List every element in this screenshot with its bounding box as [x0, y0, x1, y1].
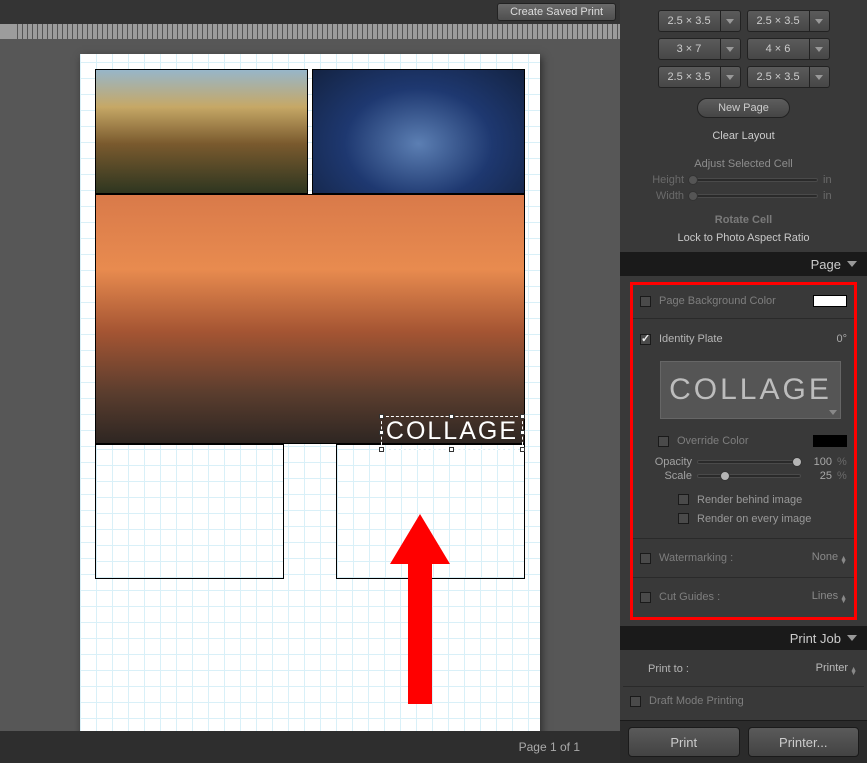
draft-mode-label: Draft Mode Printing: [649, 695, 857, 707]
photo-thumbnail: [96, 70, 307, 193]
layout-cell-1[interactable]: [95, 69, 308, 194]
scale-value: 25: [806, 470, 832, 482]
render-every-label: Render on every image: [697, 513, 847, 525]
page-bg-color-swatch[interactable]: [813, 295, 847, 307]
identity-plate-preview-text: COLLAGE: [669, 373, 832, 407]
render-every-checkbox[interactable]: [678, 513, 689, 524]
chevron-down-icon[interactable]: [809, 38, 830, 60]
aspect-ratio-button[interactable]: 3 × 7: [658, 38, 741, 60]
chevron-down-icon: [847, 261, 857, 267]
page-panel-header[interactable]: Page: [620, 252, 867, 276]
print-button[interactable]: Print: [628, 727, 740, 757]
chevron-down-icon: [847, 635, 857, 641]
cut-guides-label: Cut Guides :: [659, 591, 804, 603]
aspect-ratio-button[interactable]: 2.5 × 3.5: [747, 66, 830, 88]
override-color-label: Override Color: [677, 435, 805, 447]
opacity-slider[interactable]: [697, 460, 801, 464]
watermarking-label: Watermarking :: [659, 552, 804, 564]
render-behind-checkbox[interactable]: [678, 494, 689, 505]
height-label: Height: [642, 174, 684, 186]
scale-slider[interactable]: [697, 474, 801, 478]
cut-guides-checkbox[interactable]: [640, 592, 651, 603]
lock-aspect-button[interactable]: Lock to Photo Aspect Ratio: [620, 232, 867, 244]
opacity-label: Opacity: [646, 456, 692, 468]
opacity-value: 100: [806, 456, 832, 468]
cut-guides-value[interactable]: Lines▲▼: [812, 590, 847, 604]
printer-button[interactable]: Printer...: [748, 727, 860, 757]
annotation-arrow: [380, 514, 460, 714]
unit-label: in: [823, 174, 845, 186]
photo-thumbnail: [96, 195, 524, 443]
watermarking-value[interactable]: None▲▼: [812, 551, 847, 565]
aspect-ratio-grid: 2.5 × 3.5 2.5 × 3.5 3 × 7 4 × 6 2.5 × 3.…: [620, 0, 867, 94]
identity-plate-preview[interactable]: COLLAGE: [660, 361, 841, 419]
aspect-ratio-button[interactable]: 4 × 6: [747, 38, 830, 60]
page-bg-color-checkbox[interactable]: [640, 296, 651, 307]
chevron-down-icon[interactable]: [809, 10, 830, 32]
clear-layout-button[interactable]: Clear Layout: [681, 126, 805, 146]
print-page[interactable]: COLLAGE: [80, 54, 540, 751]
percent-label: %: [837, 470, 847, 482]
identity-plate-checkbox[interactable]: [640, 334, 651, 345]
chevron-down-icon[interactable]: [720, 38, 741, 60]
unit-label: in: [823, 190, 845, 202]
create-saved-print-button[interactable]: Create Saved Print: [497, 3, 616, 21]
ruler-top: [0, 24, 620, 39]
layout-cell-4[interactable]: [95, 444, 284, 579]
width-slider[interactable]: [689, 194, 818, 198]
watermarking-checkbox[interactable]: [640, 553, 651, 564]
aspect-ratio-button[interactable]: 2.5 × 3.5: [658, 10, 741, 32]
adjust-selected-cell-label: Adjust Selected Cell: [620, 158, 867, 170]
print-job-panel-title: Print Job: [790, 631, 841, 646]
page-bg-color-label: Page Background Color: [659, 295, 805, 307]
identity-plate-text: COLLAGE: [386, 417, 518, 445]
draft-mode-checkbox[interactable]: [630, 696, 641, 707]
width-label: Width: [642, 190, 684, 202]
override-color-swatch[interactable]: [813, 435, 847, 447]
photo-thumbnail: [313, 70, 524, 193]
page-panel-title: Page: [811, 257, 841, 272]
chevron-down-icon: [829, 410, 837, 415]
render-behind-label: Render behind image: [697, 494, 847, 506]
height-slider[interactable]: [689, 178, 818, 182]
print-job-panel-header[interactable]: Print Job: [620, 626, 867, 650]
new-page-button[interactable]: New Page: [697, 98, 790, 118]
print-canvas[interactable]: COLLAGE: [0, 39, 620, 763]
identity-rotation[interactable]: 0°: [836, 333, 847, 345]
scale-label: Scale: [646, 470, 692, 482]
chevron-down-icon[interactable]: [809, 66, 830, 88]
print-to-label: Print to :: [648, 663, 808, 675]
layout-cell-3[interactable]: [95, 194, 525, 444]
page-count-label: Page 1 of 1: [519, 740, 580, 754]
chevron-down-icon[interactable]: [720, 10, 741, 32]
aspect-ratio-button[interactable]: 2.5 × 3.5: [747, 10, 830, 32]
layout-cell-2[interactable]: [312, 69, 525, 194]
highlighted-section: Page Background Color Identity Plate 0° …: [630, 282, 857, 620]
aspect-ratio-button[interactable]: 2.5 × 3.5: [658, 66, 741, 88]
identity-plate-overlay[interactable]: COLLAGE: [381, 416, 523, 450]
chevron-down-icon[interactable]: [720, 66, 741, 88]
identity-plate-label: Identity Plate: [659, 333, 828, 345]
override-color-checkbox[interactable]: [658, 436, 669, 447]
percent-label: %: [837, 456, 847, 468]
print-to-value[interactable]: Printer▲▼: [816, 662, 857, 676]
rotate-cell-label: Rotate Cell: [620, 214, 867, 226]
